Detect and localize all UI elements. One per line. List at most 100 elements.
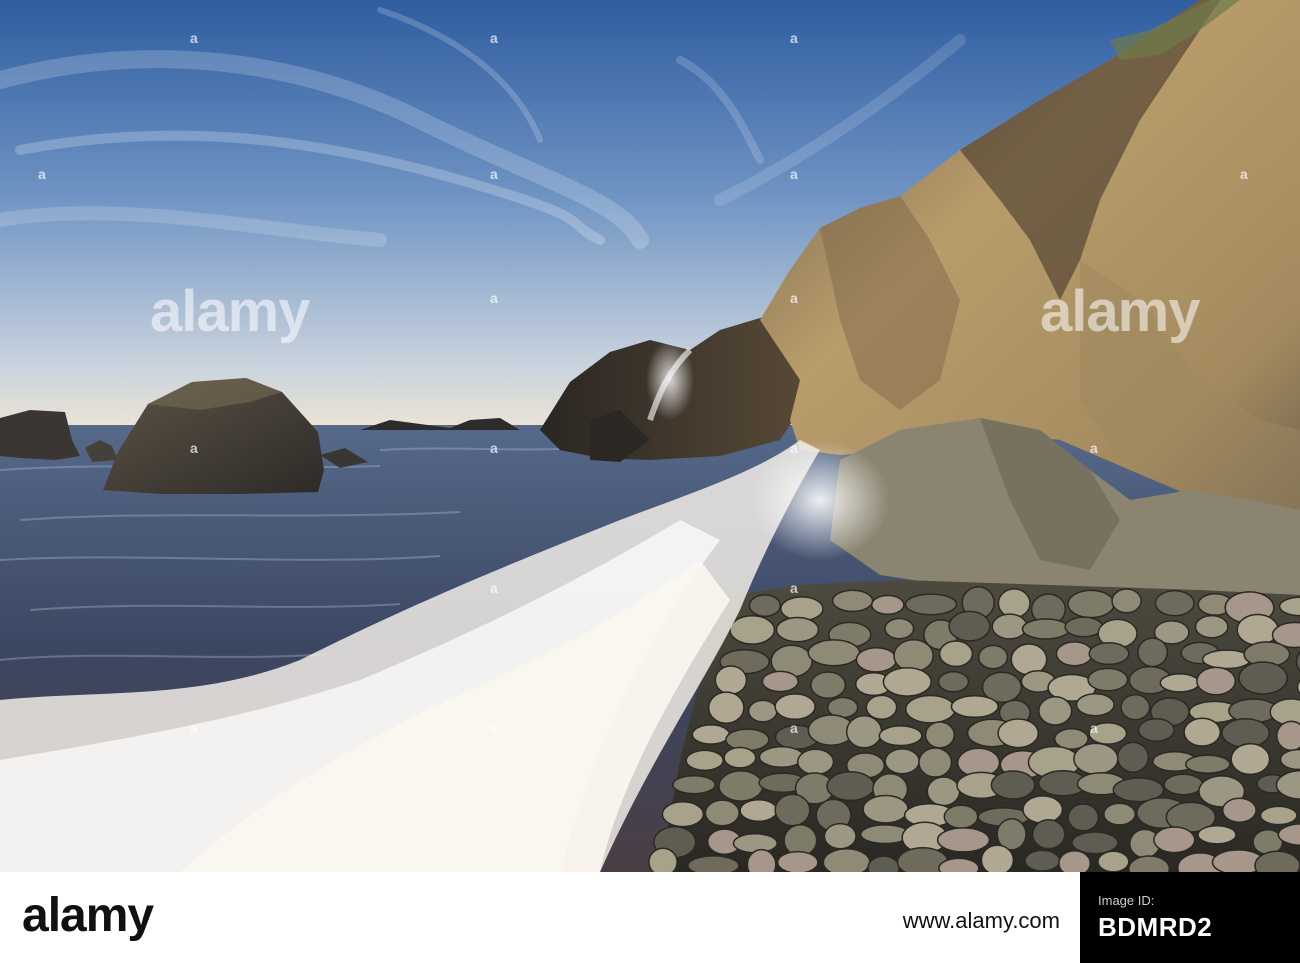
pebble [1236,613,1279,646]
pebble [870,594,905,616]
pebble [718,770,764,802]
pebble [1088,721,1128,745]
pebble [878,725,923,747]
pebble [723,746,757,769]
image-id-value: BDMRD2 [1098,911,1213,942]
pebble [1116,741,1150,773]
image-id-box: Image ID: BDMRD2 [1080,872,1300,963]
pebble [950,694,999,719]
pebble [1259,805,1298,826]
pebble [685,749,724,772]
pebble [918,747,953,778]
pebble [1221,797,1257,824]
pebble [796,748,835,776]
pebble [937,671,970,693]
pebble [904,694,956,724]
pebble [1038,696,1073,726]
pebble [865,694,898,720]
pebble [1021,618,1071,640]
pebble [739,798,778,823]
pebble [1022,795,1064,824]
pebble [704,799,740,827]
pebble [1103,802,1136,826]
pebble [997,588,1031,619]
pebble [691,724,731,745]
pebble [761,670,799,693]
pebble [980,844,1015,872]
pebble [936,827,991,853]
pebble [1137,637,1169,668]
pebble [943,804,979,829]
pebble [714,665,748,695]
pebble [1230,743,1271,776]
pebble [822,848,871,872]
pebble [884,617,915,640]
pebble [1088,642,1130,666]
pebble [747,699,778,723]
pebble [991,613,1028,640]
pebble [884,748,920,775]
pebble [990,770,1036,800]
pebble [1097,850,1130,872]
pebble [1276,720,1300,752]
pebble [938,857,980,872]
pebble [1153,826,1196,854]
footer-url[interactable]: www.alamy.com [903,908,1060,934]
pebble [807,639,861,667]
pebble [1163,773,1204,796]
pebble [725,728,770,752]
pebble [1120,693,1151,721]
pebble [1154,589,1195,617]
pebble [855,646,898,673]
coastal-photo: alamy alamy a a a a a a a a a a a a a a … [0,0,1300,872]
pebble [1064,616,1104,638]
pebble [1111,588,1142,614]
pebble [1075,692,1115,717]
pebble [774,793,811,827]
pebble [1067,589,1115,619]
pebble [938,640,974,668]
pebble [648,847,678,872]
pebble [882,666,932,697]
pebble [862,794,909,824]
pebble [1183,717,1222,747]
pebble [672,774,716,795]
footer-bar: alamy www.alamy.com Image ID: BDMRD2 [0,872,1300,963]
photo-scene [0,0,1300,872]
pebble [774,693,816,721]
pebble [1071,831,1119,855]
image-id-label: Image ID: [1098,892,1155,908]
pebble [707,691,745,725]
pebble [775,616,820,643]
pebble [1194,614,1229,639]
pebble [1238,661,1288,695]
pebble [997,718,1040,749]
alamy-logo[interactable]: alamy [22,888,154,943]
pebble [1024,849,1061,872]
pebble [823,822,857,850]
pebble [904,593,958,616]
pebble [826,771,875,802]
pebble [1185,754,1231,774]
pebble [732,833,778,854]
pebble [1221,717,1271,749]
pebble [893,639,934,673]
pebble [687,855,740,872]
pebble [1073,742,1119,775]
pebble [1031,819,1066,850]
pebble [845,715,883,749]
pebble [810,671,847,699]
pebble [831,589,874,613]
pebble [661,801,705,828]
pebble [776,850,819,872]
pebble [926,776,961,807]
pebble [924,721,956,749]
pebble [1087,667,1129,692]
pebble [1137,718,1175,742]
pebble [1058,849,1092,872]
pebble [977,644,1009,670]
pebble [948,610,991,642]
pebble [1159,673,1201,693]
pebble [729,614,776,645]
pebble [746,848,777,872]
